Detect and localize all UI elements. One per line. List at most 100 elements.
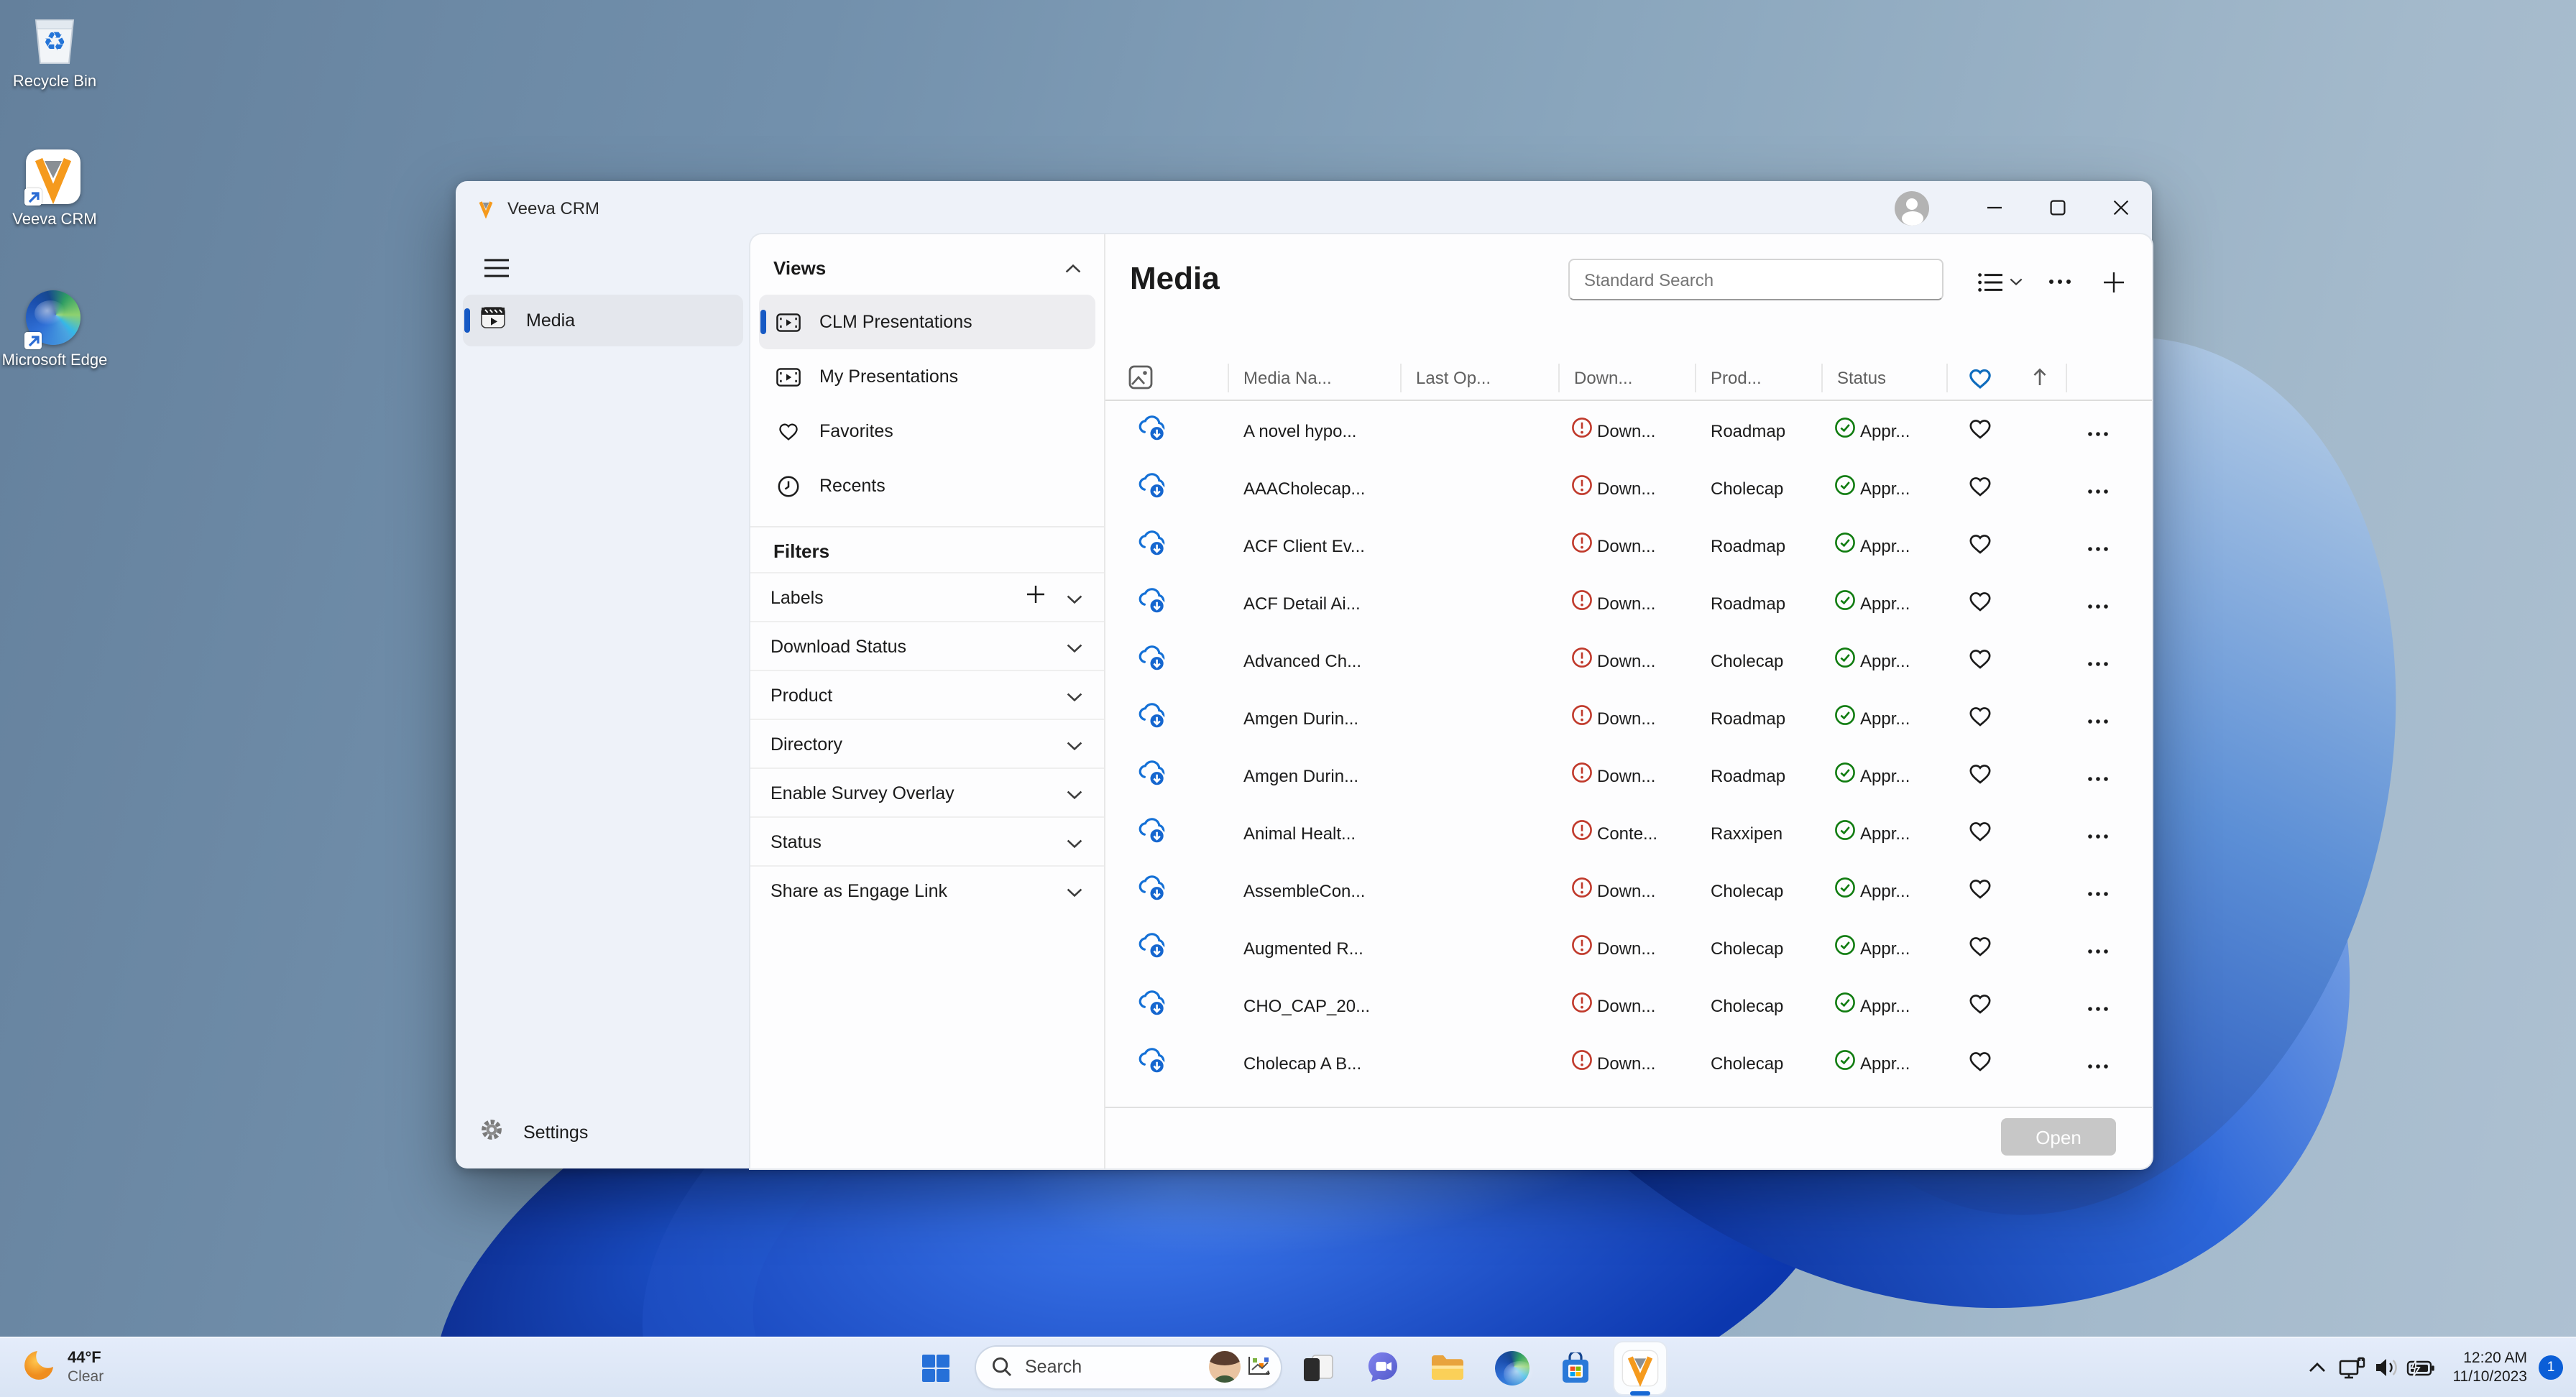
- view-item-clm-presentations[interactable]: CLM Presentations: [759, 295, 1095, 349]
- favorite-heart-icon[interactable]: [1968, 704, 1992, 734]
- chevron-down-icon[interactable]: [1067, 584, 1082, 610]
- favorite-heart-icon[interactable]: [1968, 589, 1992, 619]
- favorite-heart-icon[interactable]: [1968, 991, 1992, 1021]
- favorite-heart-icon[interactable]: [1968, 646, 1992, 676]
- sort-ascending-icon[interactable]: [2012, 363, 2067, 392]
- start-button[interactable]: [910, 1342, 962, 1393]
- weather-widget[interactable]: 44°F Clear: [14, 1338, 112, 1397]
- row-more-options-icon[interactable]: [2087, 993, 2108, 1019]
- close-button[interactable]: [2089, 181, 2152, 234]
- row-more-options-icon[interactable]: [2087, 821, 2108, 847]
- table-row[interactable]: AAACholecap... Down... Cholecap Appr...: [1105, 460, 2152, 517]
- taskbar-search[interactable]: Search: [976, 1346, 1281, 1388]
- table-row[interactable]: Advanced Ch... Down... Cholecap Appr...: [1105, 632, 2152, 690]
- status-badge: Appr...: [1860, 421, 1910, 441]
- filter-item[interactable]: Labels: [750, 572, 1104, 621]
- table-row[interactable]: ACF Client Ev... Down... Roadmap Appr...: [1105, 517, 2152, 575]
- column-header-favorite[interactable]: [1948, 363, 2012, 392]
- table-row[interactable]: ACF Detail Ai... Down... Roadmap Appr...: [1105, 575, 2152, 632]
- maximize-button[interactable]: [2025, 181, 2089, 234]
- view-item-recents[interactable]: Recents: [759, 458, 1095, 513]
- filter-item[interactable]: Status: [750, 816, 1104, 865]
- active-app-indicator: [1630, 1391, 1650, 1396]
- microsoft-store-button[interactable]: [1550, 1342, 1601, 1393]
- view-item-label: Recents: [819, 476, 886, 496]
- desktop-icon-veeva-crm[interactable]: Veeva CRM: [0, 149, 115, 230]
- user-avatar[interactable]: [1895, 190, 1929, 225]
- sidebar-item-settings[interactable]: Settings: [463, 1110, 743, 1156]
- view-item-favorites[interactable]: Favorites: [759, 404, 1095, 458]
- table-row[interactable]: AssembleCon... Down... Cholecap Appr...: [1105, 862, 2152, 920]
- chevron-up-icon[interactable]: [1065, 254, 1081, 280]
- edge-browser-button[interactable]: [1486, 1342, 1538, 1393]
- table-row[interactable]: CHO_CAP_20... Down... Cholecap Appr...: [1105, 977, 2152, 1035]
- filter-item[interactable]: Share as Engage Link: [750, 865, 1104, 914]
- favorite-heart-icon[interactable]: [1968, 531, 1992, 561]
- open-button[interactable]: Open: [2001, 1118, 2116, 1156]
- table-row[interactable]: A novel hypo... Down... Roadmap Appr...: [1105, 402, 2152, 460]
- file-explorer-button[interactable]: [1422, 1342, 1473, 1393]
- row-more-options-icon[interactable]: [2087, 706, 2108, 732]
- search-input[interactable]: [1568, 259, 1944, 300]
- volume-icon[interactable]: [2369, 1338, 2404, 1397]
- column-header-download[interactable]: Down...: [1560, 363, 1696, 392]
- chevron-down-icon[interactable]: [1067, 633, 1082, 659]
- chat-button[interactable]: [1357, 1342, 1409, 1393]
- row-more-options-icon[interactable]: [2087, 1051, 2108, 1076]
- favorite-heart-icon[interactable]: [1968, 1048, 1992, 1079]
- hidden-icons-chevron[interactable]: [2300, 1338, 2334, 1397]
- desktop-icon-recycle-bin[interactable]: ♻ Recycle Bin: [0, 11, 115, 92]
- table-row[interactable]: Cholecap A B... Down... Cholecap Appr...: [1105, 1035, 2152, 1092]
- hamburger-menu-icon[interactable]: [473, 246, 519, 289]
- favorite-heart-icon[interactable]: [1968, 876, 1992, 906]
- filter-item[interactable]: Download Status: [750, 621, 1104, 670]
- filter-item[interactable]: Directory: [750, 719, 1104, 767]
- chevron-down-icon[interactable]: [1067, 780, 1082, 806]
- row-more-options-icon[interactable]: [2087, 763, 2108, 789]
- favorite-heart-icon[interactable]: [1968, 761, 1992, 791]
- view-item-my-presentations[interactable]: My Presentations: [759, 349, 1095, 404]
- row-more-options-icon[interactable]: [2087, 878, 2108, 904]
- row-more-options-icon[interactable]: [2087, 648, 2108, 674]
- taskbar-clock[interactable]: 12:20 AM 11/10/2023: [2452, 1349, 2527, 1386]
- sidebar-item-media[interactable]: Media: [463, 295, 743, 346]
- row-more-options-icon[interactable]: [2087, 533, 2108, 559]
- view-switcher-button[interactable]: [1965, 263, 2034, 300]
- row-more-options-icon[interactable]: [2087, 418, 2108, 444]
- table-row[interactable]: Amgen Durin... Down... Roadmap Appr...: [1105, 747, 2152, 805]
- table-row[interactable]: Augmented R... Down... Cholecap Appr...: [1105, 920, 2152, 977]
- notification-badge[interactable]: 1: [2539, 1355, 2563, 1380]
- chevron-down-icon[interactable]: [1067, 829, 1082, 854]
- filter-item[interactable]: Product: [750, 670, 1104, 719]
- task-view-button[interactable]: [1292, 1342, 1344, 1393]
- add-button[interactable]: [2094, 263, 2132, 300]
- table-row[interactable]: Amgen Durin... Down... Roadmap Appr...: [1105, 690, 2152, 747]
- table-row[interactable]: Animal Healt... Conte... Raxxipen Appr..…: [1105, 805, 2152, 862]
- add-icon[interactable]: [1026, 584, 1045, 610]
- favorite-heart-icon[interactable]: [1968, 416, 1992, 446]
- chevron-down-icon[interactable]: [1067, 682, 1082, 708]
- column-header-thumbnail[interactable]: [1128, 363, 1229, 392]
- more-options-button[interactable]: [2041, 263, 2079, 300]
- chevron-down-icon[interactable]: [1067, 731, 1082, 757]
- search-highlight-chart-icon: [1246, 1355, 1272, 1378]
- selected-indicator: [464, 308, 469, 333]
- column-header-media-name[interactable]: Media Na...: [1229, 363, 1402, 392]
- favorite-heart-icon[interactable]: [1968, 819, 1992, 849]
- filter-item[interactable]: Enable Survey Overlay: [750, 767, 1104, 816]
- chevron-down-icon[interactable]: [1067, 877, 1082, 903]
- minimize-button[interactable]: [1962, 181, 2025, 234]
- favorite-heart-icon[interactable]: [1968, 933, 1992, 964]
- row-more-options-icon[interactable]: [2087, 476, 2108, 502]
- veeva-crm-taskbar-button[interactable]: [1614, 1342, 1666, 1396]
- column-header-product[interactable]: Prod...: [1696, 363, 1823, 392]
- row-more-options-icon[interactable]: [2087, 936, 2108, 962]
- battery-icon[interactable]: [2404, 1338, 2438, 1397]
- network-icon[interactable]: [2334, 1338, 2369, 1397]
- favorite-heart-icon[interactable]: [1968, 474, 1992, 504]
- desktop-icon-microsoft-edge[interactable]: Microsoft Edge: [0, 290, 115, 371]
- column-header-last-opened[interactable]: Last Op...: [1402, 363, 1560, 392]
- column-header-status[interactable]: Status: [1823, 363, 1948, 392]
- row-more-options-icon[interactable]: [2087, 591, 2108, 617]
- clock-time: 12:20 AM: [2463, 1349, 2527, 1366]
